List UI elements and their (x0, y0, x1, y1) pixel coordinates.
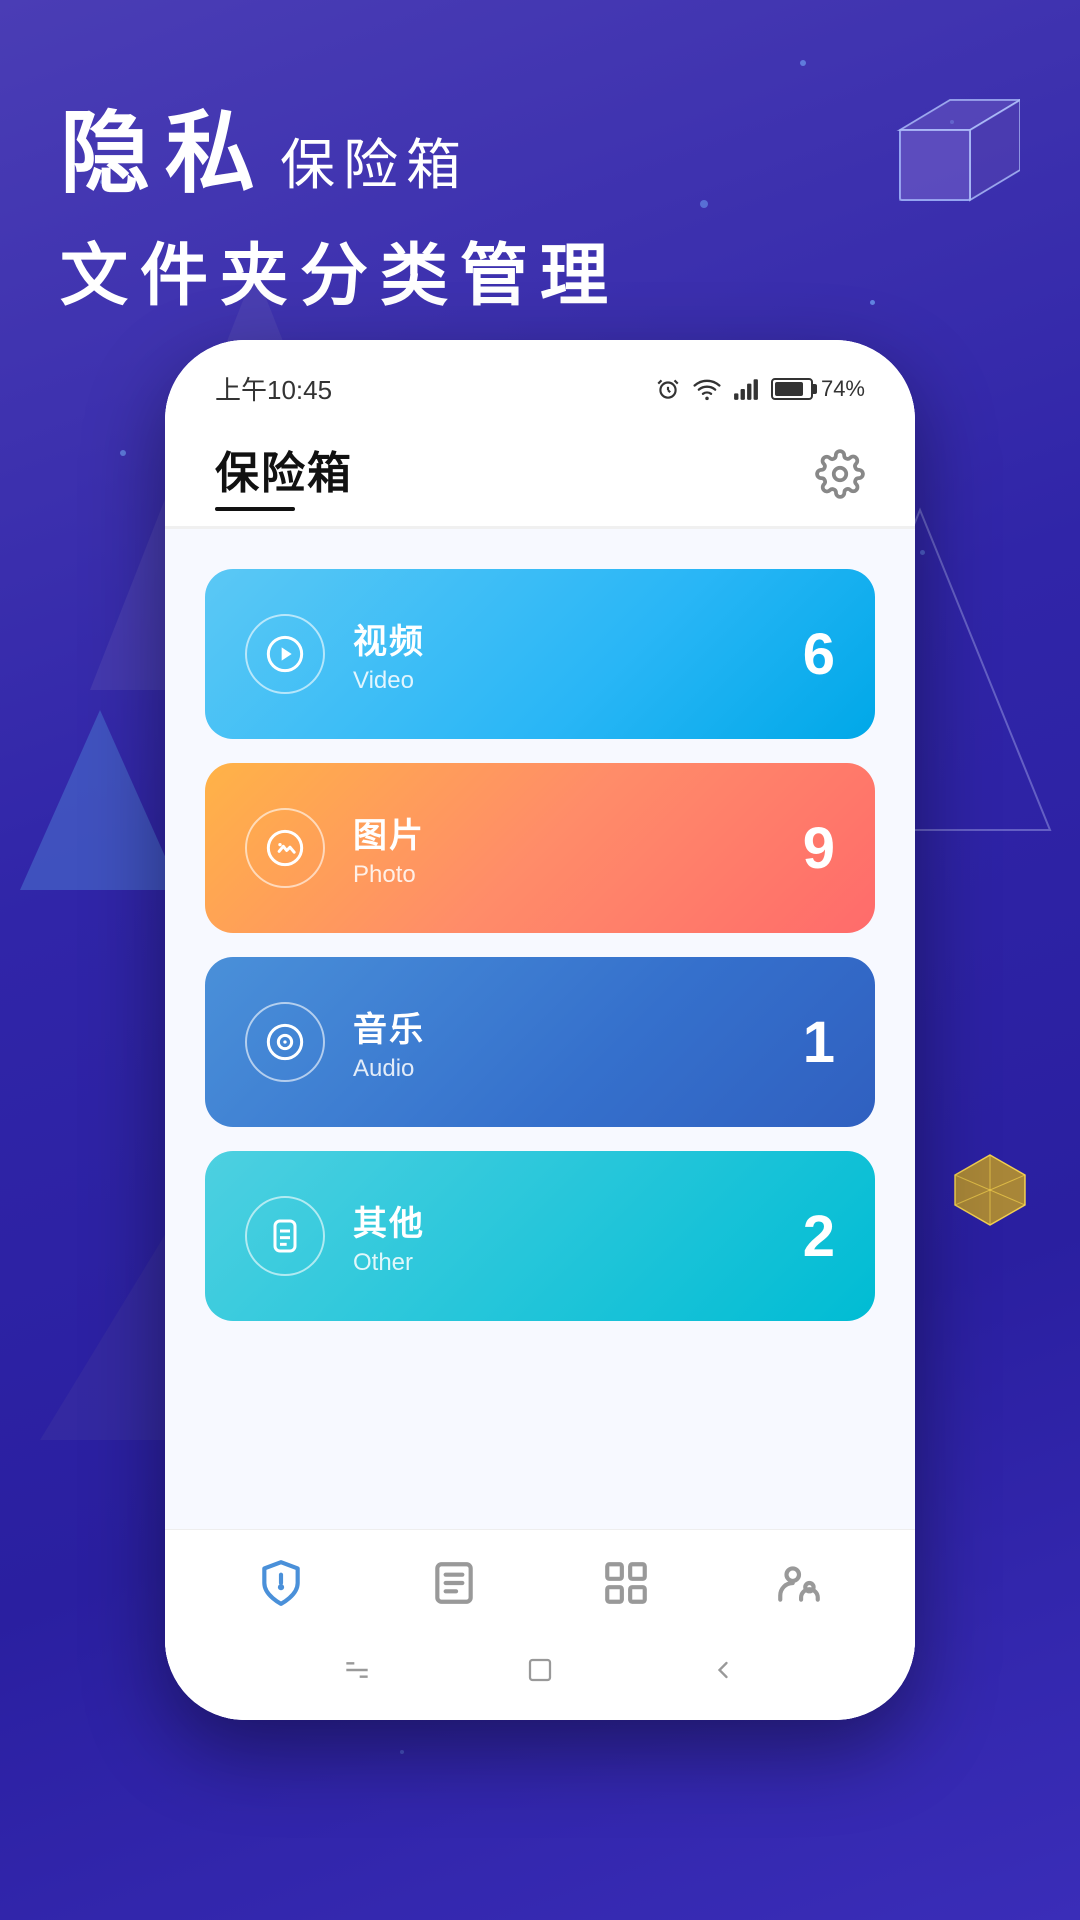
video-card[interactable]: 视频 Video 6 (205, 569, 875, 739)
android-menu-button[interactable] (337, 1650, 377, 1690)
audio-labels: 音乐 Audio (353, 1002, 425, 1083)
audio-label-en: Audio (353, 1055, 425, 1083)
phone-mockup: 上午10:45 (165, 340, 915, 1720)
other-card[interactable]: 其他 Other 2 (205, 1151, 875, 1321)
nav-social[interactable] (771, 1555, 826, 1610)
file-icon (265, 1216, 305, 1256)
video-label-cn: 视频 (353, 614, 425, 663)
settings-button[interactable] (815, 449, 865, 499)
nav-notes[interactable] (426, 1555, 481, 1610)
battery-indicator: 74% (771, 376, 865, 402)
notes-nav-icon (426, 1555, 481, 1610)
music-icon (265, 1022, 305, 1062)
apps-nav-icon (599, 1555, 654, 1610)
alarm-icon (655, 376, 681, 402)
photo-card[interactable]: 图片 Photo 9 (205, 763, 875, 933)
photo-label-cn: 图片 (353, 808, 425, 857)
categories-list: 视频 Video 6 图片 (165, 529, 915, 1529)
app-header-text: 隐私 保险箱 文件夹分类管理 (60, 80, 620, 319)
other-label-en: Other (353, 1249, 425, 1277)
video-label-en: Video (353, 667, 425, 695)
cube-decoration-top (860, 80, 1020, 240)
android-back-button[interactable] (703, 1650, 743, 1690)
audio-label-cn: 音乐 (353, 1002, 425, 1051)
title-container: 保险箱 (215, 437, 353, 511)
other-label-cn: 其他 (353, 1196, 425, 1245)
wifi-icon (693, 375, 721, 403)
photo-icon-circle (245, 808, 325, 888)
bottom-navigation (165, 1529, 915, 1630)
battery-percent: 74% (821, 376, 865, 402)
audio-icon-circle (245, 1002, 325, 1082)
audio-count: 1 (803, 1009, 835, 1076)
audio-card[interactable]: 音乐 Audio 1 (205, 957, 875, 1127)
phone-screen: 上午10:45 (165, 340, 915, 1720)
card-left-video: 视频 Video (245, 614, 425, 695)
triangle-decoration-left (20, 700, 180, 900)
nav-safe[interactable] (254, 1555, 309, 1610)
social-nav-icon (771, 1555, 826, 1610)
card-left-audio: 音乐 Audio (245, 1002, 425, 1083)
other-count: 2 (803, 1203, 835, 1270)
app-title: 保险箱 (215, 437, 353, 501)
header-title-small: 保险箱 (280, 120, 469, 200)
video-icon-circle (245, 614, 325, 694)
photo-icon (265, 828, 305, 868)
gear-icon (815, 449, 865, 499)
card-left-other: 其他 Other (245, 1196, 425, 1277)
photo-count: 9 (803, 815, 835, 882)
status-bar: 上午10:45 (165, 340, 915, 417)
cube-decoration-bottom (950, 1150, 1030, 1230)
status-icons: 74% (655, 375, 865, 403)
other-labels: 其他 Other (353, 1196, 425, 1277)
title-underline (215, 507, 295, 511)
android-nav-bar (165, 1630, 915, 1720)
video-count: 6 (803, 621, 835, 688)
android-home-button[interactable] (520, 1650, 560, 1690)
nav-apps[interactable] (599, 1555, 654, 1610)
card-left-photo: 图片 Photo (245, 808, 425, 889)
header-subtitle: 文件夹分类管理 (60, 220, 620, 319)
spacer (205, 1345, 875, 1509)
play-icon (265, 634, 305, 674)
app-title-bar: 保险箱 (165, 417, 915, 529)
shield-nav-icon (254, 1555, 309, 1610)
status-time: 上午10:45 (215, 370, 332, 407)
photo-label-en: Photo (353, 861, 425, 889)
other-icon-circle (245, 1196, 325, 1276)
photo-labels: 图片 Photo (353, 808, 425, 889)
header-title-big: 隐私 (60, 80, 270, 210)
video-labels: 视频 Video (353, 614, 425, 695)
signal-icon (733, 376, 759, 402)
